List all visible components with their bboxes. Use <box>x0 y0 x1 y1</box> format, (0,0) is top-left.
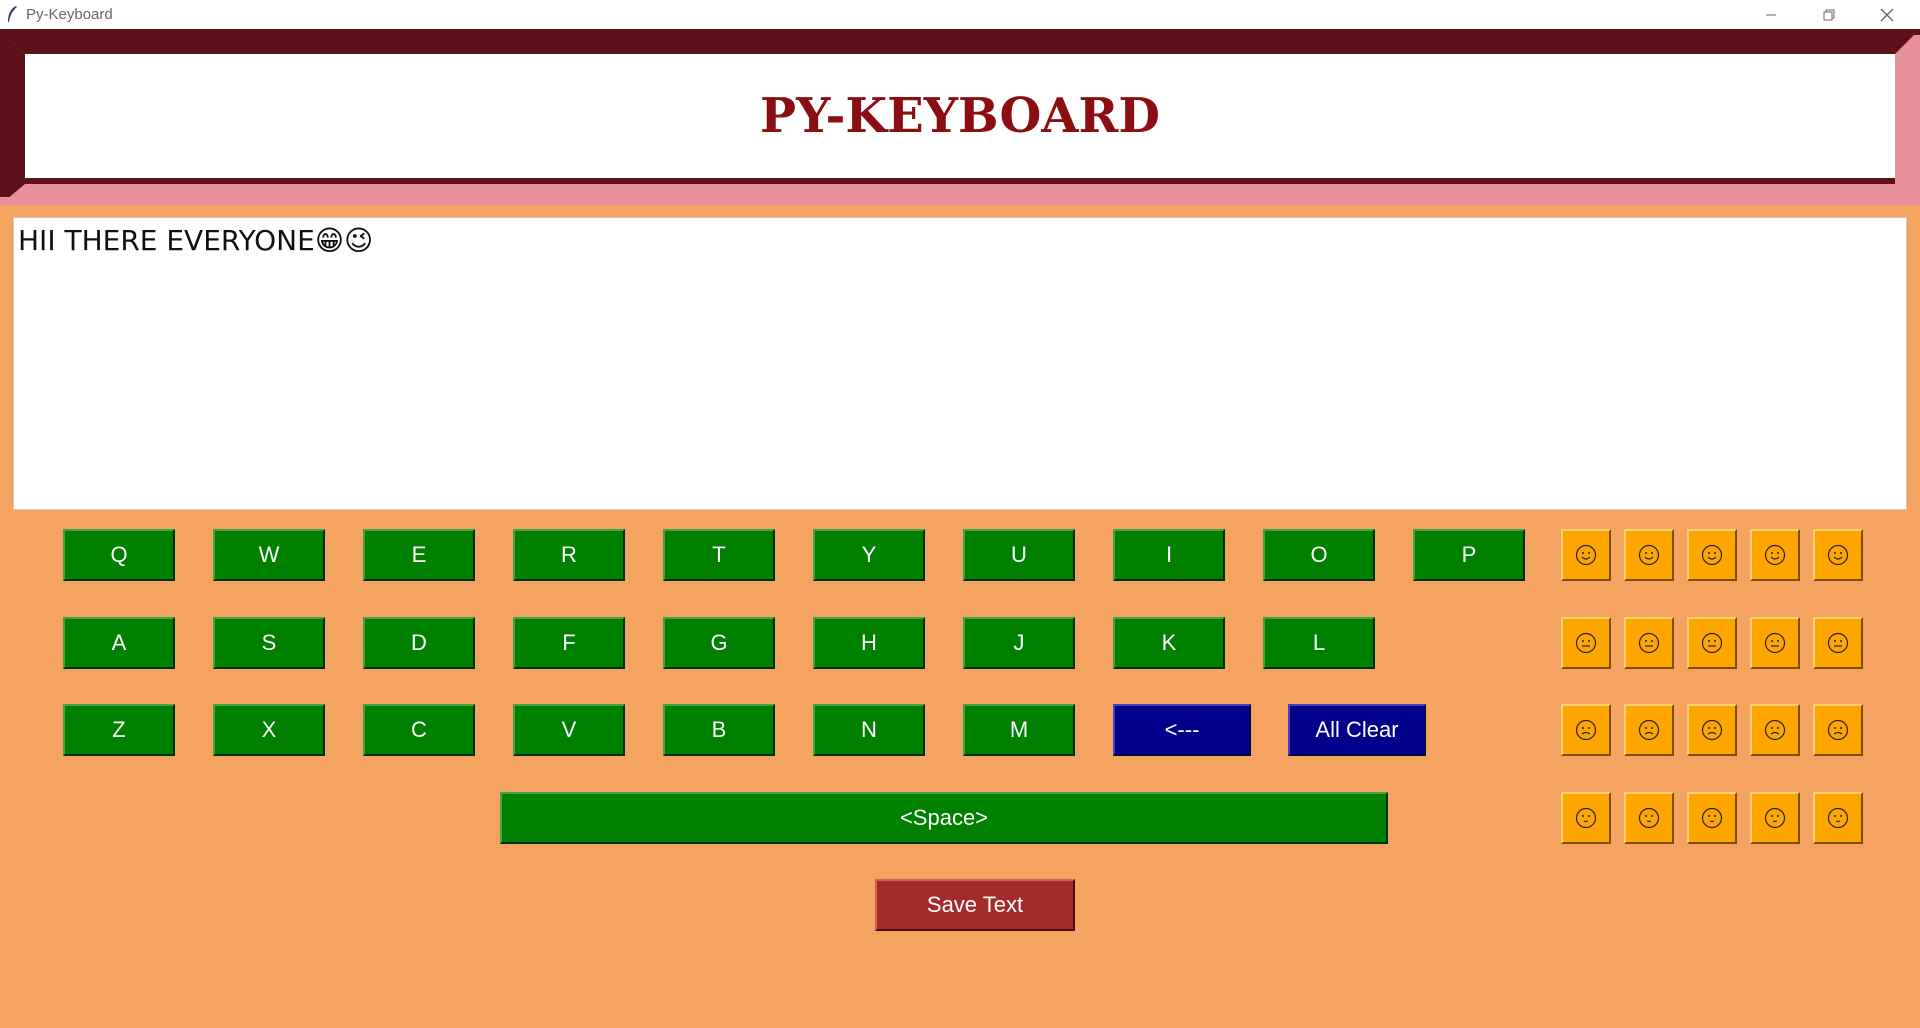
key-p[interactable]: P <box>1413 529 1525 581</box>
emoji-key[interactable] <box>1561 704 1611 756</box>
backspace-button[interactable]: <--- <box>1113 704 1251 756</box>
emoji-face-icon <box>1764 719 1786 741</box>
emoji-key[interactable] <box>1750 792 1800 844</box>
emoji-face-icon <box>1575 807 1597 829</box>
emoji-face-icon <box>1575 632 1597 654</box>
text-area[interactable]: HII THERE EVERYONE😁😉 <box>13 217 1907 510</box>
key-i[interactable]: I <box>1113 529 1225 581</box>
all-clear-button[interactable]: All Clear <box>1288 704 1426 756</box>
emoji-face-icon <box>1575 544 1597 566</box>
text-area-content: HII THERE EVERYONE😁😉 <box>18 224 374 257</box>
key-r[interactable]: R <box>513 529 625 581</box>
emoji-key[interactable] <box>1687 792 1737 844</box>
minimize-button[interactable] <box>1742 0 1800 29</box>
key-m[interactable]: M <box>963 704 1075 756</box>
key-w[interactable]: W <box>213 529 325 581</box>
key-b[interactable]: B <box>663 704 775 756</box>
emoji-face-icon <box>1575 719 1597 741</box>
minimize-icon <box>1766 14 1776 15</box>
emoji-key[interactable] <box>1750 529 1800 581</box>
emoji-face-icon <box>1701 719 1723 741</box>
save-text-button[interactable]: Save Text <box>875 879 1075 931</box>
emoji-key[interactable] <box>1624 529 1674 581</box>
emoji-key[interactable] <box>1624 792 1674 844</box>
emoji-face-icon <box>1764 807 1786 829</box>
emoji-face-icon <box>1764 632 1786 654</box>
emoji-face-icon <box>1827 719 1849 741</box>
app-title: PY-KEYBOARD <box>759 88 1161 144</box>
emoji-face-icon <box>1827 632 1849 654</box>
emoji-key[interactable] <box>1750 617 1800 669</box>
emoji-key[interactable] <box>1561 792 1611 844</box>
window-title-bar: Py-Keyboard <box>0 0 1920 29</box>
emoji-key[interactable] <box>1687 529 1737 581</box>
emoji-key[interactable] <box>1687 704 1737 756</box>
emoji-face-icon <box>1701 807 1723 829</box>
key-q[interactable]: Q <box>63 529 175 581</box>
close-button[interactable] <box>1858 0 1916 29</box>
key-l[interactable]: L <box>1263 617 1375 669</box>
key-k[interactable]: K <box>1113 617 1225 669</box>
key-a[interactable]: A <box>63 617 175 669</box>
emoji-key[interactable] <box>1687 617 1737 669</box>
emoji-face-icon <box>1638 544 1660 566</box>
key-n[interactable]: N <box>813 704 925 756</box>
key-v[interactable]: V <box>513 704 625 756</box>
space-button[interactable]: <Space> <box>500 792 1388 844</box>
emoji-face-icon <box>1827 544 1849 566</box>
header-panel: PY-KEYBOARD <box>25 54 1895 178</box>
emoji-key[interactable] <box>1624 704 1674 756</box>
emoji-key[interactable] <box>1561 529 1611 581</box>
key-e[interactable]: E <box>363 529 475 581</box>
key-j[interactable]: J <box>963 617 1075 669</box>
emoji-key[interactable] <box>1813 529 1863 581</box>
key-g[interactable]: G <box>663 617 775 669</box>
emoji-face-icon <box>1701 632 1723 654</box>
key-d[interactable]: D <box>363 617 475 669</box>
restore-button[interactable] <box>1800 0 1858 29</box>
emoji-key[interactable] <box>1813 617 1863 669</box>
key-y[interactable]: Y <box>813 529 925 581</box>
key-c[interactable]: C <box>363 704 475 756</box>
restore-icon <box>1823 9 1835 20</box>
emoji-face-icon <box>1827 807 1849 829</box>
key-h[interactable]: H <box>813 617 925 669</box>
key-x[interactable]: X <box>213 704 325 756</box>
emoji-key[interactable] <box>1813 704 1863 756</box>
key-z[interactable]: Z <box>63 704 175 756</box>
emoji-face-icon <box>1638 807 1660 829</box>
emoji-face-icon <box>1638 719 1660 741</box>
emoji-key[interactable] <box>1750 704 1800 756</box>
key-s[interactable]: S <box>213 617 325 669</box>
window-title: Py-Keyboard <box>26 6 113 23</box>
close-icon <box>1880 8 1894 21</box>
emoji-key[interactable] <box>1624 617 1674 669</box>
emoji-face-icon <box>1764 544 1786 566</box>
emoji-face-icon <box>1638 632 1660 654</box>
key-u[interactable]: U <box>963 529 1075 581</box>
key-t[interactable]: T <box>663 529 775 581</box>
emoji-face-icon <box>1701 544 1723 566</box>
emoji-key[interactable] <box>1813 792 1863 844</box>
key-o[interactable]: O <box>1263 529 1375 581</box>
emoji-key[interactable] <box>1561 617 1611 669</box>
key-f[interactable]: F <box>513 617 625 669</box>
feather-icon <box>8 6 17 22</box>
